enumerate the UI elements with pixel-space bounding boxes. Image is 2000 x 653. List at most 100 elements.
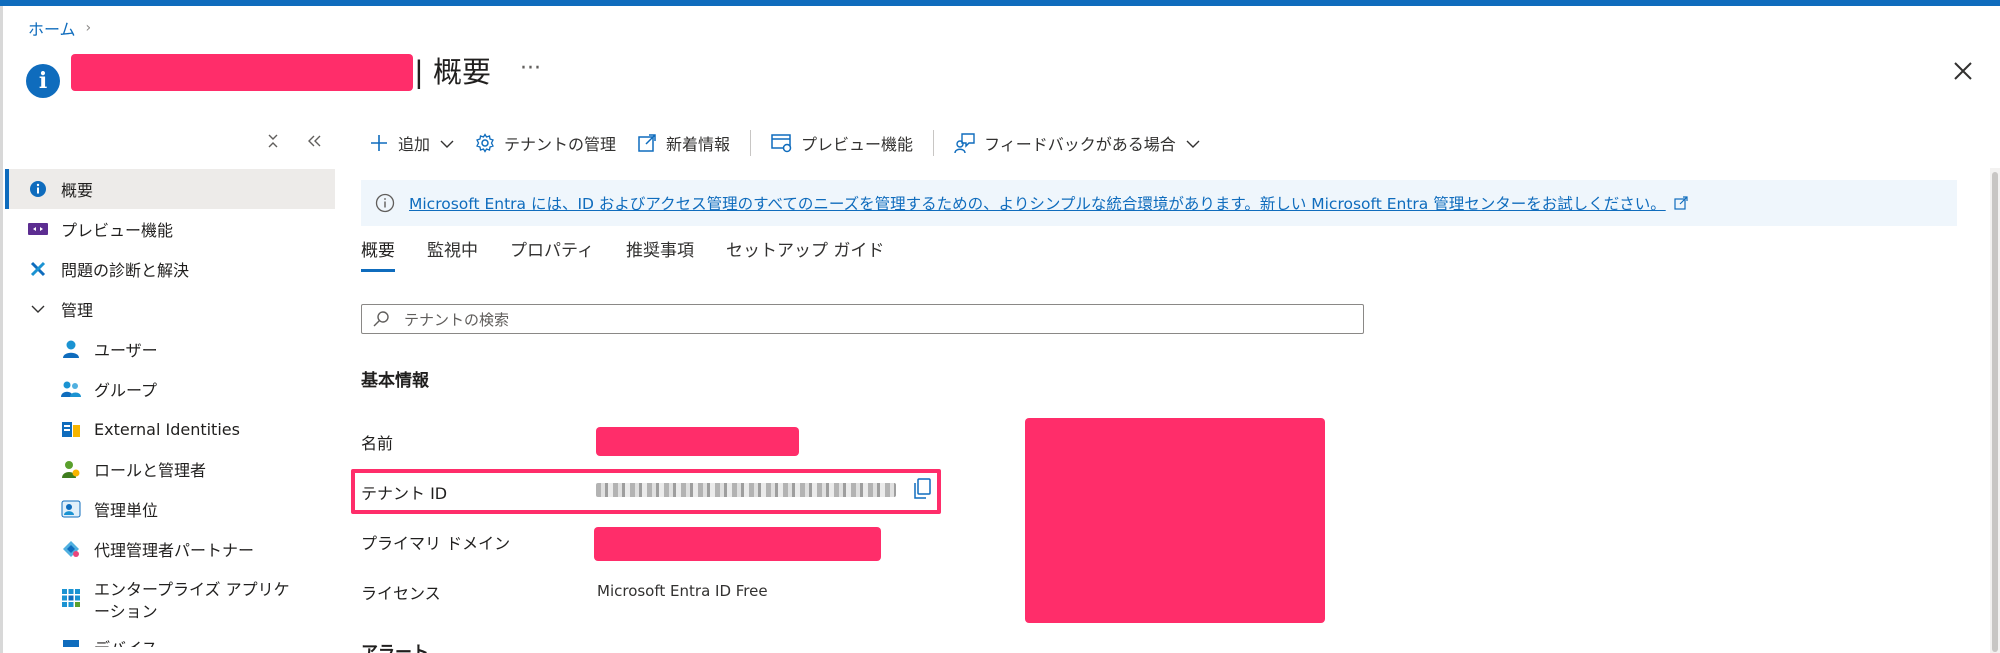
sidebar-item-label: 管理 <box>61 301 94 320</box>
sidebar: 概要 プレビュー機能 問題の診断と解決 管理 ユーザー グループ Externa… <box>5 169 335 647</box>
redacted-tenant-name <box>71 54 413 91</box>
tab-monitoring[interactable]: 監視中 <box>427 236 478 272</box>
chevron-down-icon <box>440 134 454 153</box>
sidebar-item-delegated-partners[interactable]: 代理管理者パートナー <box>5 529 335 569</box>
breadcrumb: ホーム › <box>28 16 91 40</box>
enterprise-apps-icon <box>60 587 82 609</box>
tenant-search-input[interactable]: テナントの検索 <box>361 304 1364 334</box>
copy-to-clipboard-button[interactable] <box>912 478 932 504</box>
redacted-primary-domain-value <box>594 527 881 561</box>
wrench-cross-icon <box>27 258 49 280</box>
collapse-sidebar-icon[interactable] <box>306 132 322 154</box>
group-icon <box>60 378 82 400</box>
sidebar-item-label: 代理管理者パートナー <box>94 541 255 560</box>
sidebar-item-admin-units[interactable]: 管理単位 <box>5 489 335 529</box>
tab-setup-guide[interactable]: セットアップ ガイド <box>726 236 884 272</box>
sidebar-item-roles-admins[interactable]: ロールと管理者 <box>5 449 335 489</box>
sidebar-item-enterprise-apps[interactable]: エンタープライズ アプリケーション <box>5 569 335 627</box>
primary-domain-label: プライマリ ドメイン <box>361 534 511 553</box>
sidebar-item-label: デバイス <box>94 635 158 647</box>
roles-admins-icon <box>60 458 82 480</box>
info-outline-icon <box>375 193 395 213</box>
admin-units-icon <box>60 498 82 520</box>
open-external-icon <box>636 132 658 154</box>
whats-new-button[interactable]: 新着情報 <box>636 128 730 158</box>
collapse-all-icon[interactable] <box>266 132 280 154</box>
toolbar-divider <box>933 130 935 156</box>
sidebar-controls <box>266 132 322 154</box>
sidebar-item-devices[interactable]: デバイス <box>5 627 335 647</box>
page-header: i | 概要 ··· <box>26 50 541 100</box>
page-title: | 概要 <box>414 55 491 89</box>
info-icon <box>27 178 49 200</box>
sidebar-item-users[interactable]: ユーザー <box>5 329 335 369</box>
copy-icon <box>914 478 931 499</box>
gear-icon <box>474 132 496 154</box>
tenant-id-label: テナント ID <box>361 484 448 503</box>
sidebar-item-label: 問題の診断と解決 <box>61 261 190 280</box>
more-options-button[interactable]: ··· <box>520 54 541 91</box>
name-label: 名前 <box>361 434 394 453</box>
partner-icon <box>60 538 82 560</box>
external-link-icon[interactable] <box>1674 196 1688 210</box>
feedback-label: フィードバックがある場合 <box>984 135 1176 154</box>
manage-tenants-label: テナントの管理 <box>504 135 617 154</box>
sidebar-item-diagnose[interactable]: 問題の診断と解決 <box>5 249 335 289</box>
preview-features-label: プレビュー機能 <box>801 135 914 154</box>
sidebar-item-label: 管理単位 <box>94 501 159 520</box>
manage-tenants-button[interactable]: テナントの管理 <box>474 128 616 158</box>
toolbar-divider <box>750 130 752 156</box>
content-scrollbar[interactable] <box>1990 168 2000 653</box>
sidebar-group-manage[interactable]: 管理 <box>5 289 335 329</box>
blurred-tenant-id-value <box>596 483 896 497</box>
feedback-person-icon <box>954 132 976 154</box>
user-icon <box>60 338 82 360</box>
preview-features-icon <box>27 218 49 240</box>
basic-info-heading: 基本情報 <box>361 371 429 391</box>
external-identities-icon <box>60 418 82 440</box>
info-banner: Microsoft Entra には、ID およびアクセス管理のすべてのニーズを… <box>361 180 1957 226</box>
breadcrumb-home-link[interactable]: ホーム <box>28 16 76 40</box>
preview-features-button[interactable]: プレビュー機能 <box>771 128 913 158</box>
tab-bar: 概要 監視中 プロパティ 推奨事項 セットアップ ガイド <box>361 236 916 272</box>
command-bar: 追加 テナントの管理 新着情報 プレビュー機能 フィードバックがある場合 <box>368 128 1220 158</box>
close-icon <box>1954 62 1972 80</box>
sidebar-item-external-identities[interactable]: External Identities <box>5 409 335 449</box>
top-accent-bar <box>0 0 2000 6</box>
search-icon <box>372 310 390 328</box>
entra-admin-center-link[interactable]: Microsoft Entra には、ID およびアクセス管理のすべてのニーズを… <box>409 192 1666 214</box>
redacted-name-value <box>596 427 799 456</box>
sidebar-item-label: 概要 <box>61 181 94 200</box>
chevron-right-icon: › <box>85 20 92 36</box>
scrollbar-thumb[interactable] <box>1992 172 1998 652</box>
sidebar-item-label: エンタープライズ アプリケーション <box>94 580 290 621</box>
info-icon: i <box>26 64 60 98</box>
tab-recommendations[interactable]: 推奨事項 <box>626 236 694 272</box>
alerts-heading: アラート <box>361 643 429 653</box>
close-button[interactable] <box>1950 58 1976 84</box>
chevron-down-icon <box>1186 134 1200 153</box>
license-value: Microsoft Entra ID Free <box>597 582 768 600</box>
sidebar-item-preview-features[interactable]: プレビュー機能 <box>5 209 335 249</box>
feedback-button[interactable]: フィードバックがある場合 <box>954 128 1200 158</box>
sidebar-item-label: グループ <box>94 381 158 400</box>
sidebar-item-label: External Identities <box>94 419 240 439</box>
add-button[interactable]: 追加 <box>368 128 454 158</box>
license-label: ライセンス <box>361 584 441 603</box>
sidebar-item-overview[interactable]: 概要 <box>5 169 335 209</box>
left-edge-border <box>0 6 3 653</box>
tab-overview[interactable]: 概要 <box>361 236 395 272</box>
sidebar-item-label: ロールと管理者 <box>94 461 207 480</box>
plus-icon <box>368 132 390 154</box>
preview-settings-icon <box>771 132 793 154</box>
search-placeholder: テナントの検索 <box>404 310 510 329</box>
tab-properties[interactable]: プロパティ <box>510 236 594 272</box>
sidebar-item-label: プレビュー機能 <box>61 221 174 240</box>
whats-new-label: 新着情報 <box>666 135 731 154</box>
devices-icon <box>60 635 82 647</box>
sidebar-item-groups[interactable]: グループ <box>5 369 335 409</box>
redacted-tenant-image <box>1025 418 1325 623</box>
sidebar-item-label: ユーザー <box>94 341 158 360</box>
add-button-label: 追加 <box>398 135 431 154</box>
chevron-down-icon <box>27 298 49 320</box>
